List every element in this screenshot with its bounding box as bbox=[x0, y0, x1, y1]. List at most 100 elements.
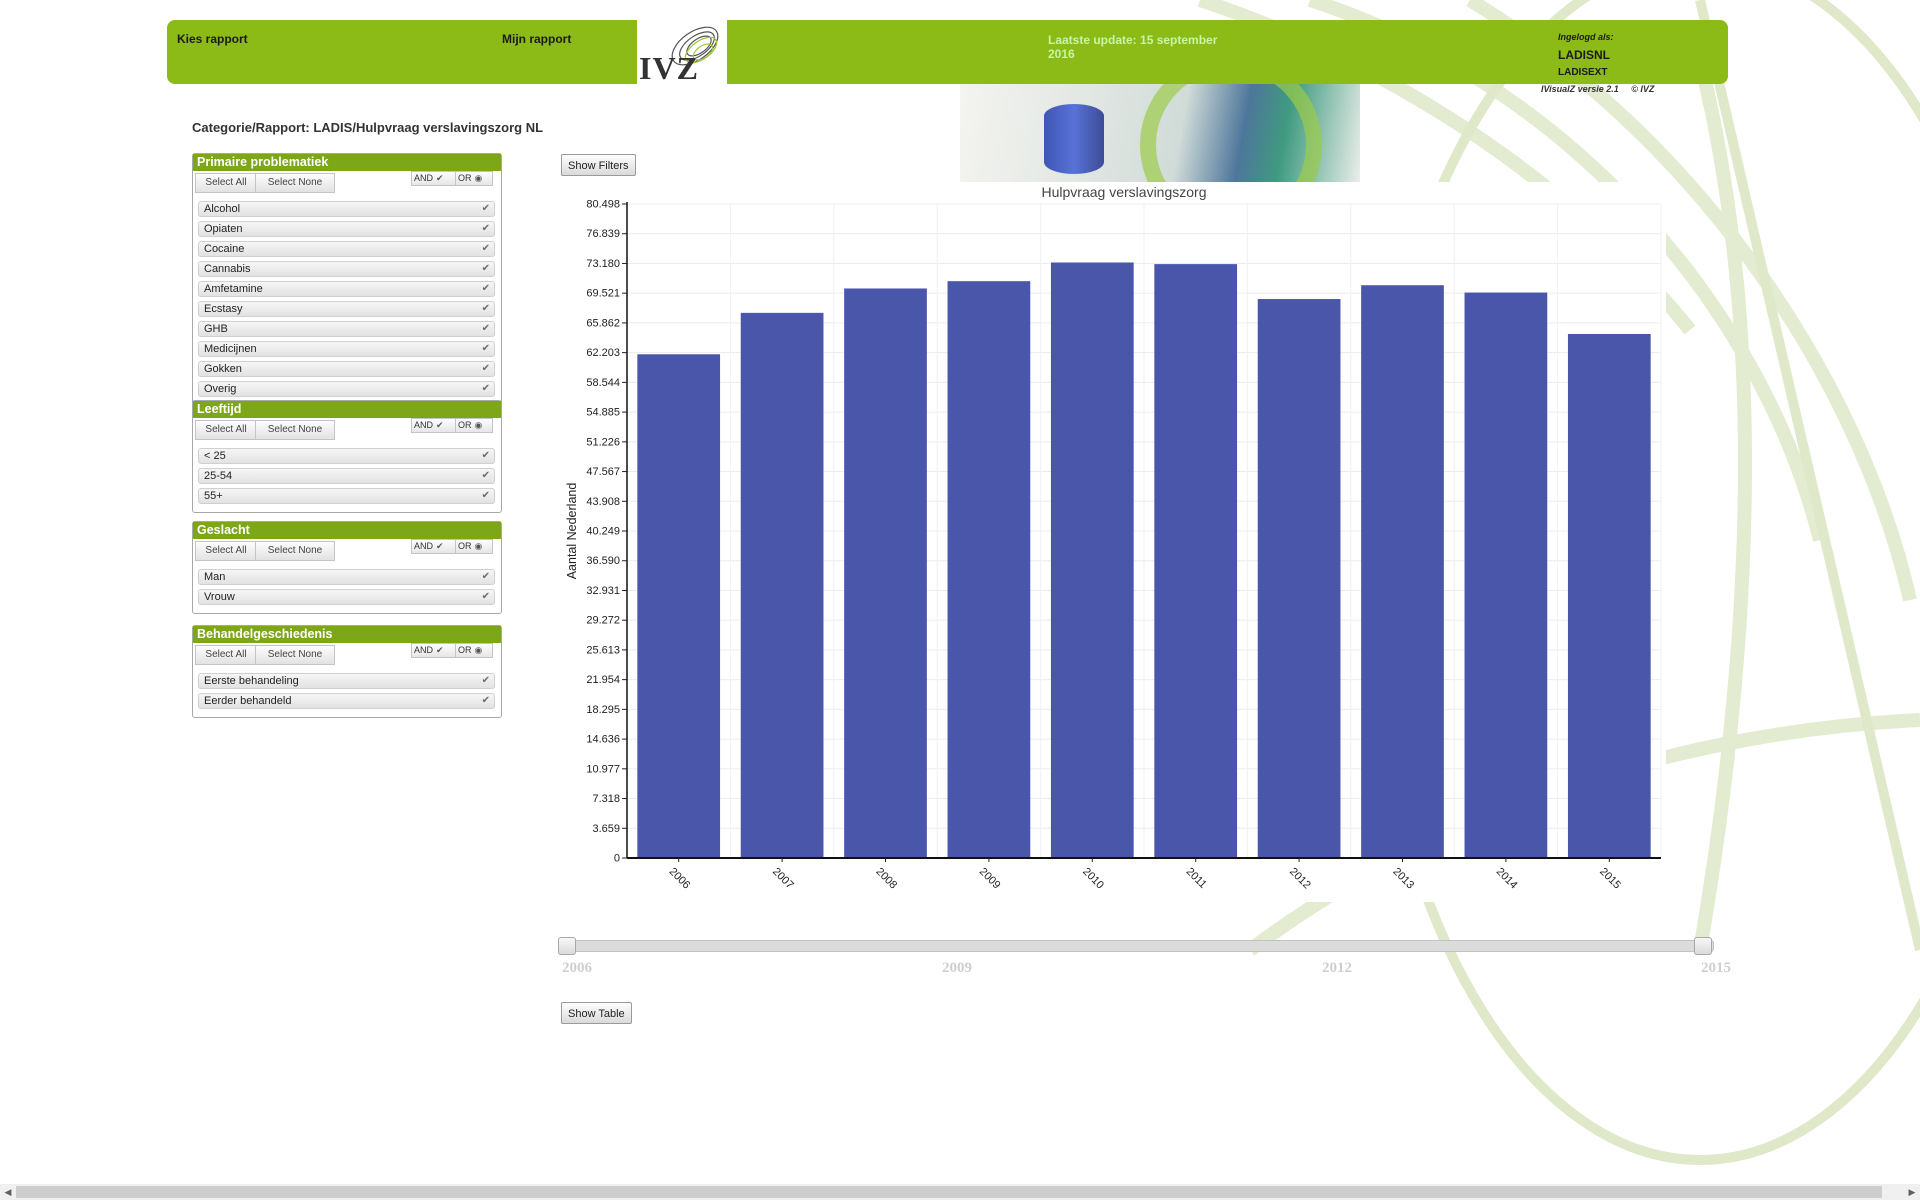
filter-panel-leeftijd: Leeftijd Select All Select None AND ✔ OR ◉… bbox=[192, 400, 502, 513]
x-tick-label: 2006 bbox=[667, 866, 693, 892]
filter-item[interactable]: Vrouw ✔ bbox=[198, 589, 495, 605]
radio-icon: ◉ bbox=[474, 420, 483, 430]
panel-title: Primaire problematiek bbox=[193, 154, 501, 171]
bar bbox=[1464, 292, 1548, 858]
check-icon: ✔ bbox=[481, 363, 490, 374]
filter-item[interactable]: < 25 ✔ bbox=[198, 448, 495, 464]
filter-item[interactable]: Medicijnen ✔ bbox=[198, 341, 495, 357]
show-table-button[interactable]: Show Table bbox=[561, 1002, 632, 1024]
ivz-logo: IVZ bbox=[637, 20, 727, 86]
select-none-button[interactable]: Select None bbox=[255, 420, 335, 440]
check-icon: ✔ bbox=[481, 490, 490, 501]
filter-item[interactable]: Gokken ✔ bbox=[198, 361, 495, 377]
check-icon: ✔ bbox=[481, 591, 490, 602]
panel-title: Geslacht bbox=[193, 522, 501, 539]
filter-item[interactable]: Eerste behandeling ✔ bbox=[198, 673, 495, 689]
bar-chart-svg: 0 3.659 7.318 10.977 14.636 18.295 21.954 25.61… bbox=[565, 184, 1662, 892]
y-tick-label: 14.636 bbox=[586, 734, 620, 746]
slider-handle-end[interactable] bbox=[1694, 937, 1712, 955]
x-tick-label: 2008 bbox=[873, 866, 899, 892]
filter-item[interactable]: 25-54 ✔ bbox=[198, 468, 495, 484]
or-toggle[interactable]: OR ◉ bbox=[455, 418, 493, 433]
top-header: Kies rapport Mijn rapport IVZ Laatste up… bbox=[167, 20, 1728, 86]
filter-item[interactable]: Eerder behandeld ✔ bbox=[198, 693, 495, 709]
filter-item[interactable]: Man ✔ bbox=[198, 569, 495, 585]
filter-item[interactable]: Ecstasy ✔ bbox=[198, 301, 495, 317]
filter-item-label: Overig bbox=[204, 383, 237, 395]
filter-item[interactable]: Overig ✔ bbox=[198, 381, 495, 397]
y-tick-label: 18.295 bbox=[586, 704, 620, 716]
show-filters-button[interactable]: Show Filters bbox=[561, 154, 636, 176]
scroll-left-icon[interactable]: ◀ bbox=[0, 1184, 16, 1200]
nav-mijn-rapport[interactable]: Mijn rapport bbox=[502, 32, 571, 46]
filter-item-label: Alcohol bbox=[204, 203, 241, 215]
filter-item-label: Cocaine bbox=[204, 243, 245, 255]
year-range-slider[interactable]: 2006 2009 2012 2015 bbox=[558, 937, 1731, 990]
check-icon: ✔ bbox=[436, 420, 444, 430]
horizontal-scrollbar[interactable]: ◀ ▶ bbox=[0, 1184, 1920, 1200]
scroll-right-icon[interactable]: ▶ bbox=[1904, 1184, 1920, 1200]
select-none-button[interactable]: Select None bbox=[255, 645, 335, 665]
or-label: OR bbox=[458, 420, 472, 430]
filter-item-label: Cannabis bbox=[204, 263, 251, 275]
check-icon: ✔ bbox=[481, 283, 490, 294]
and-label: AND bbox=[414, 420, 434, 430]
filter-item[interactable]: Cocaine ✔ bbox=[198, 241, 495, 257]
select-none-button[interactable]: Select None bbox=[255, 173, 335, 193]
check-icon: ✔ bbox=[481, 470, 490, 481]
panel-title: Behandelgeschiedenis bbox=[193, 626, 501, 643]
and-toggle[interactable]: AND ✔ bbox=[411, 539, 457, 554]
filter-item-label: Opiaten bbox=[204, 223, 243, 235]
or-toggle[interactable]: OR ◉ bbox=[455, 171, 493, 186]
bar bbox=[947, 281, 1031, 859]
and-label: AND bbox=[414, 541, 434, 551]
last-update-text: Laatste update: 15 september 2016 bbox=[1048, 33, 1218, 61]
filter-item-label: Vrouw bbox=[204, 591, 235, 603]
or-toggle[interactable]: OR ◉ bbox=[455, 643, 493, 658]
check-icon: ✔ bbox=[481, 323, 490, 334]
check-icon: ✔ bbox=[481, 675, 490, 686]
filter-item[interactable]: Cannabis ✔ bbox=[198, 261, 495, 277]
filter-item-list: < 25 ✔ 25-54 ✔ 55+ ✔ bbox=[193, 440, 501, 512]
login-label: Ingelogd als: bbox=[1558, 32, 1614, 42]
breadcrumb: Categorie/Rapport: LADIS/Hulpvraag versl… bbox=[192, 120, 544, 135]
slider-track[interactable] bbox=[560, 940, 1714, 952]
select-all-button[interactable]: Select All bbox=[195, 173, 257, 193]
and-toggle[interactable]: AND ✔ bbox=[411, 643, 457, 658]
check-icon: ✔ bbox=[481, 383, 490, 394]
radio-icon: ◉ bbox=[474, 645, 483, 655]
select-none-button[interactable]: Select None bbox=[255, 541, 335, 561]
y-tick-label: 62.203 bbox=[586, 347, 620, 359]
check-icon: ✔ bbox=[481, 263, 490, 274]
filter-item[interactable]: Amfetamine ✔ bbox=[198, 281, 495, 297]
or-toggle[interactable]: OR ◉ bbox=[455, 539, 493, 554]
and-toggle[interactable]: AND ✔ bbox=[411, 171, 457, 186]
panel-toolbar: Select All Select None AND ✔ OR ◉ bbox=[193, 539, 501, 561]
select-all-button[interactable]: Select All bbox=[195, 541, 257, 561]
filter-item[interactable]: GHB ✔ bbox=[198, 321, 495, 337]
check-icon: ✔ bbox=[436, 645, 444, 655]
y-tick-label: 51.226 bbox=[586, 436, 620, 448]
y-tick-label: 47.567 bbox=[586, 466, 620, 478]
x-tick-label: 2013 bbox=[1390, 866, 1416, 892]
x-tick-label: 2015 bbox=[1597, 866, 1623, 892]
slider-handle-start[interactable] bbox=[558, 937, 576, 955]
chart-title: Hulpvraag verslavingszorg bbox=[1042, 184, 1207, 200]
select-all-button[interactable]: Select All bbox=[195, 645, 257, 665]
select-all-button[interactable]: Select All bbox=[195, 420, 257, 440]
scrollbar-thumb[interactable] bbox=[16, 1186, 1882, 1198]
filter-item[interactable]: Opiaten ✔ bbox=[198, 221, 495, 237]
y-tick-label: 10.977 bbox=[586, 763, 620, 775]
filter-item-label: Amfetamine bbox=[204, 283, 263, 295]
nav-kies-rapport[interactable]: Kies rapport bbox=[177, 32, 248, 46]
and-toggle[interactable]: AND ✔ bbox=[411, 418, 457, 433]
slider-label: 2015 bbox=[1701, 960, 1731, 976]
filter-item[interactable]: Alcohol ✔ bbox=[198, 201, 495, 217]
header-photo-strip bbox=[960, 84, 1360, 182]
panel-toolbar: Select All Select None AND ✔ OR ◉ bbox=[193, 643, 501, 665]
filter-item-label: Eerder behandeld bbox=[204, 695, 292, 707]
check-icon: ✔ bbox=[481, 571, 490, 582]
y-axis-label: Aantal Nederland bbox=[565, 483, 579, 580]
filter-item[interactable]: 55+ ✔ bbox=[198, 488, 495, 504]
bar-chart: 0 3.659 7.318 10.977 14.636 18.295 21.954 25.61… bbox=[560, 182, 1666, 902]
